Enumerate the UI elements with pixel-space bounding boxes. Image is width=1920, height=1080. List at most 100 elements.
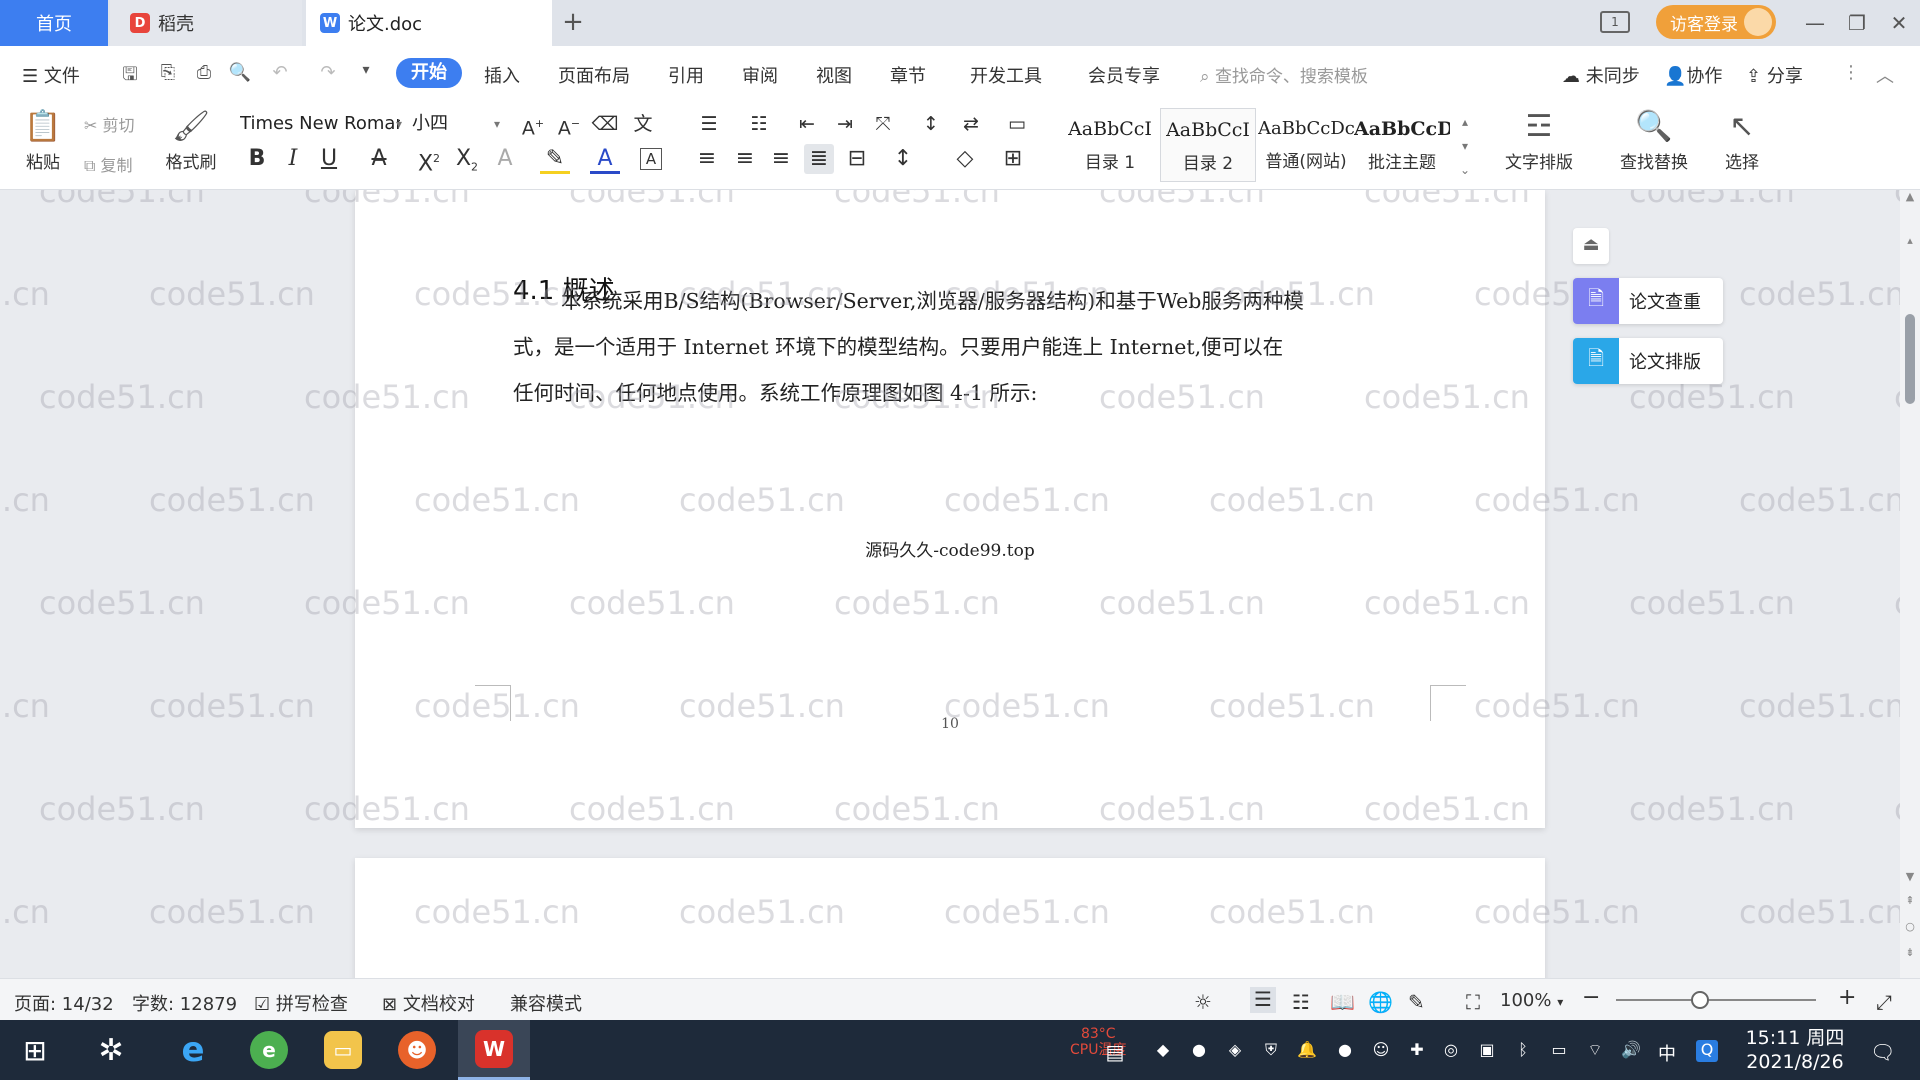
customize-quick-access-icon[interactable]: ▾	[354, 62, 378, 84]
style-comment-subject[interactable]: AaBbCcD 批注主题	[1354, 108, 1450, 182]
ruler-icon[interactable]: ▭	[1002, 110, 1032, 138]
clear-format-icon[interactable]: ⌫	[590, 110, 620, 138]
style-toc-1[interactable]: AaBbCcI 目录 1	[1062, 108, 1158, 182]
menu-insert[interactable]: 插入	[484, 62, 520, 88]
undo-icon[interactable]: ↶	[268, 62, 292, 84]
align-right-button[interactable]: ≡	[766, 144, 796, 174]
text-effect-button[interactable]: A	[490, 144, 520, 174]
line-spacing-button[interactable]: ↕	[888, 144, 918, 174]
sort-icon[interactable]: ↕	[916, 110, 946, 138]
paper-layout-button[interactable]: 🗎 论文排版	[1573, 338, 1723, 384]
find-replace-button[interactable]: 🔍 查找替换	[1608, 106, 1700, 173]
strikethrough-button[interactable]: A	[364, 144, 394, 174]
shrink-font-icon[interactable]: A−	[554, 110, 584, 139]
redo-icon[interactable]: ↷	[316, 62, 340, 84]
increase-indent-icon[interactable]: ⇥	[830, 110, 860, 138]
tray-app-icon[interactable]: ◈	[1224, 1040, 1246, 1062]
tab-home[interactable]: 首页	[0, 0, 108, 46]
justify-button[interactable]: ≣	[804, 144, 834, 174]
panel-collapse-icon[interactable]: ⏏	[1573, 228, 1609, 264]
visitor-login-button[interactable]: 访客登录	[1656, 5, 1776, 39]
vertical-scrollbar[interactable]: ▲ ▴ ▼ ⇞ ○ ⇟	[1900, 190, 1920, 978]
minimize-button[interactable]: —	[1800, 8, 1830, 38]
superscript-button[interactable]: X2	[414, 144, 444, 176]
phonetic-guide-icon[interactable]: 文	[628, 110, 658, 138]
nvidia-icon[interactable]: ▣	[1476, 1040, 1498, 1062]
tray-monitor-icon[interactable]: ▤	[1098, 1040, 1132, 1064]
decrease-indent-icon[interactable]: ⇤	[792, 110, 822, 138]
outline-view-icon[interactable]: ☷	[1292, 990, 1310, 1014]
fullscreen-icon[interactable]: ⤢	[1876, 990, 1892, 1014]
zoom-in-button[interactable]: +	[1838, 985, 1856, 1010]
bullet-list-icon[interactable]: ☰	[694, 110, 724, 138]
text-layout-button[interactable]: ☲ 文字排版	[1494, 106, 1584, 173]
paste-button[interactable]: 📋 粘贴	[16, 106, 70, 173]
new-tab-button[interactable]: +	[558, 8, 588, 38]
sync-status-button[interactable]: ☁ 未同步	[1562, 62, 1640, 88]
document-page[interactable]: 4.1 概述 本系统采用B/S结构(Browser/Server,浏览器/服务器…	[355, 190, 1545, 828]
page-view-icon[interactable]: ☰	[1250, 987, 1276, 1013]
taskbar-app-wps[interactable]: W	[458, 1020, 530, 1080]
tray-app-icon[interactable]: ●	[1188, 1040, 1210, 1062]
font-name-select[interactable]: Times New Roman	[240, 110, 400, 138]
print-icon[interactable]: ⎙	[192, 62, 216, 84]
qq-icon[interactable]: ☺	[1370, 1040, 1392, 1062]
menu-chapter[interactable]: 章节	[890, 62, 926, 88]
select-browse-object-icon[interactable]: ○	[1902, 920, 1918, 933]
align-left-button[interactable]: ≡	[692, 144, 722, 174]
system-clock[interactable]: 15:11 周四 2021/8/26	[1740, 1026, 1850, 1074]
print-preview-icon[interactable]: 🔍	[228, 62, 252, 84]
font-size-select[interactable]: 小四	[412, 110, 492, 138]
restore-button[interactable]: ❐	[1842, 8, 1872, 38]
tray-app-icon[interactable]: ◆	[1152, 1040, 1174, 1062]
menu-review[interactable]: 审阅	[742, 62, 778, 88]
previous-page-icon[interactable]: ⇞	[1902, 894, 1918, 907]
italic-button[interactable]: I	[278, 144, 308, 174]
borders-button[interactable]: ⊞	[998, 144, 1028, 174]
menu-developer-tools[interactable]: 开发工具	[970, 62, 1042, 88]
cut-button[interactable]: ✂ 剪切	[84, 112, 135, 136]
share-button[interactable]: ⇪ 分享	[1746, 62, 1803, 88]
reading-view-icon[interactable]: 📖	[1330, 990, 1355, 1014]
window-layout-icon[interactable]: 1	[1600, 11, 1630, 33]
taskbar-app-ie[interactable]: e	[158, 1020, 228, 1080]
close-window-button[interactable]: ✕	[1884, 8, 1914, 38]
tray-app-icon[interactable]: ✚	[1406, 1040, 1428, 1062]
bold-button[interactable]: B	[242, 144, 272, 174]
notification-center-icon[interactable]: 🗨	[1870, 1040, 1895, 1064]
scroll-up-icon[interactable]: ▲	[1902, 190, 1918, 203]
ime-indicator[interactable]: 中	[1656, 1040, 1678, 1065]
zoom-percent[interactable]: 100% ▾	[1500, 990, 1563, 1011]
taskbar-app-pinwheel[interactable]: ✲	[76, 1020, 146, 1080]
tray-app-icon[interactable]: ●	[1334, 1040, 1356, 1062]
select-button[interactable]: ↖ 选择	[1712, 106, 1772, 173]
writing-mode-icon[interactable]: ✎	[1408, 990, 1425, 1014]
style-toc-2[interactable]: AaBbCcI 目录 2	[1160, 108, 1256, 182]
zoom-slider-handle[interactable]	[1691, 991, 1709, 1009]
tab-document[interactable]: W 论文.doc	[306, 0, 552, 46]
menu-start[interactable]: 开始	[396, 58, 462, 88]
taskbar-app-browser[interactable]: e	[234, 1020, 304, 1080]
zoom-out-button[interactable]: −	[1582, 985, 1600, 1010]
underline-button[interactable]: U	[314, 144, 344, 174]
zoom-slider[interactable]	[1616, 991, 1816, 1009]
web-view-icon[interactable]: 🌐	[1368, 990, 1393, 1014]
tray-app-icon[interactable]: ◎	[1440, 1040, 1462, 1062]
chevron-down-icon[interactable]: ▾	[494, 110, 508, 138]
next-page-icon[interactable]: ⇟	[1902, 946, 1918, 959]
search-app-icon[interactable]: Q	[1696, 1040, 1718, 1062]
character-border-button[interactable]: A	[640, 148, 662, 170]
spell-check-button[interactable]: ☑ 拼写检查	[254, 990, 348, 1016]
collapse-ribbon-icon[interactable]: ︿	[1876, 62, 1894, 88]
distributed-align-button[interactable]: ⊟	[842, 144, 872, 174]
grow-font-icon[interactable]: A+	[518, 110, 548, 139]
save-icon[interactable]: 🖫	[118, 62, 142, 85]
menu-page-layout[interactable]: 页面布局	[558, 62, 630, 88]
bell-icon[interactable]: 🔔	[1296, 1040, 1318, 1062]
fit-page-icon[interactable]: ⛶	[1466, 990, 1480, 1014]
command-search[interactable]: ⌕ 查找命令、搜索模板	[1200, 62, 1368, 87]
page-indicator[interactable]: 页面: 14/32	[14, 990, 114, 1016]
taskbar-app-media[interactable]: ☻	[382, 1020, 452, 1080]
collaborate-button[interactable]: 👤协作	[1664, 62, 1722, 88]
battery-icon[interactable]: ▭	[1548, 1040, 1570, 1062]
